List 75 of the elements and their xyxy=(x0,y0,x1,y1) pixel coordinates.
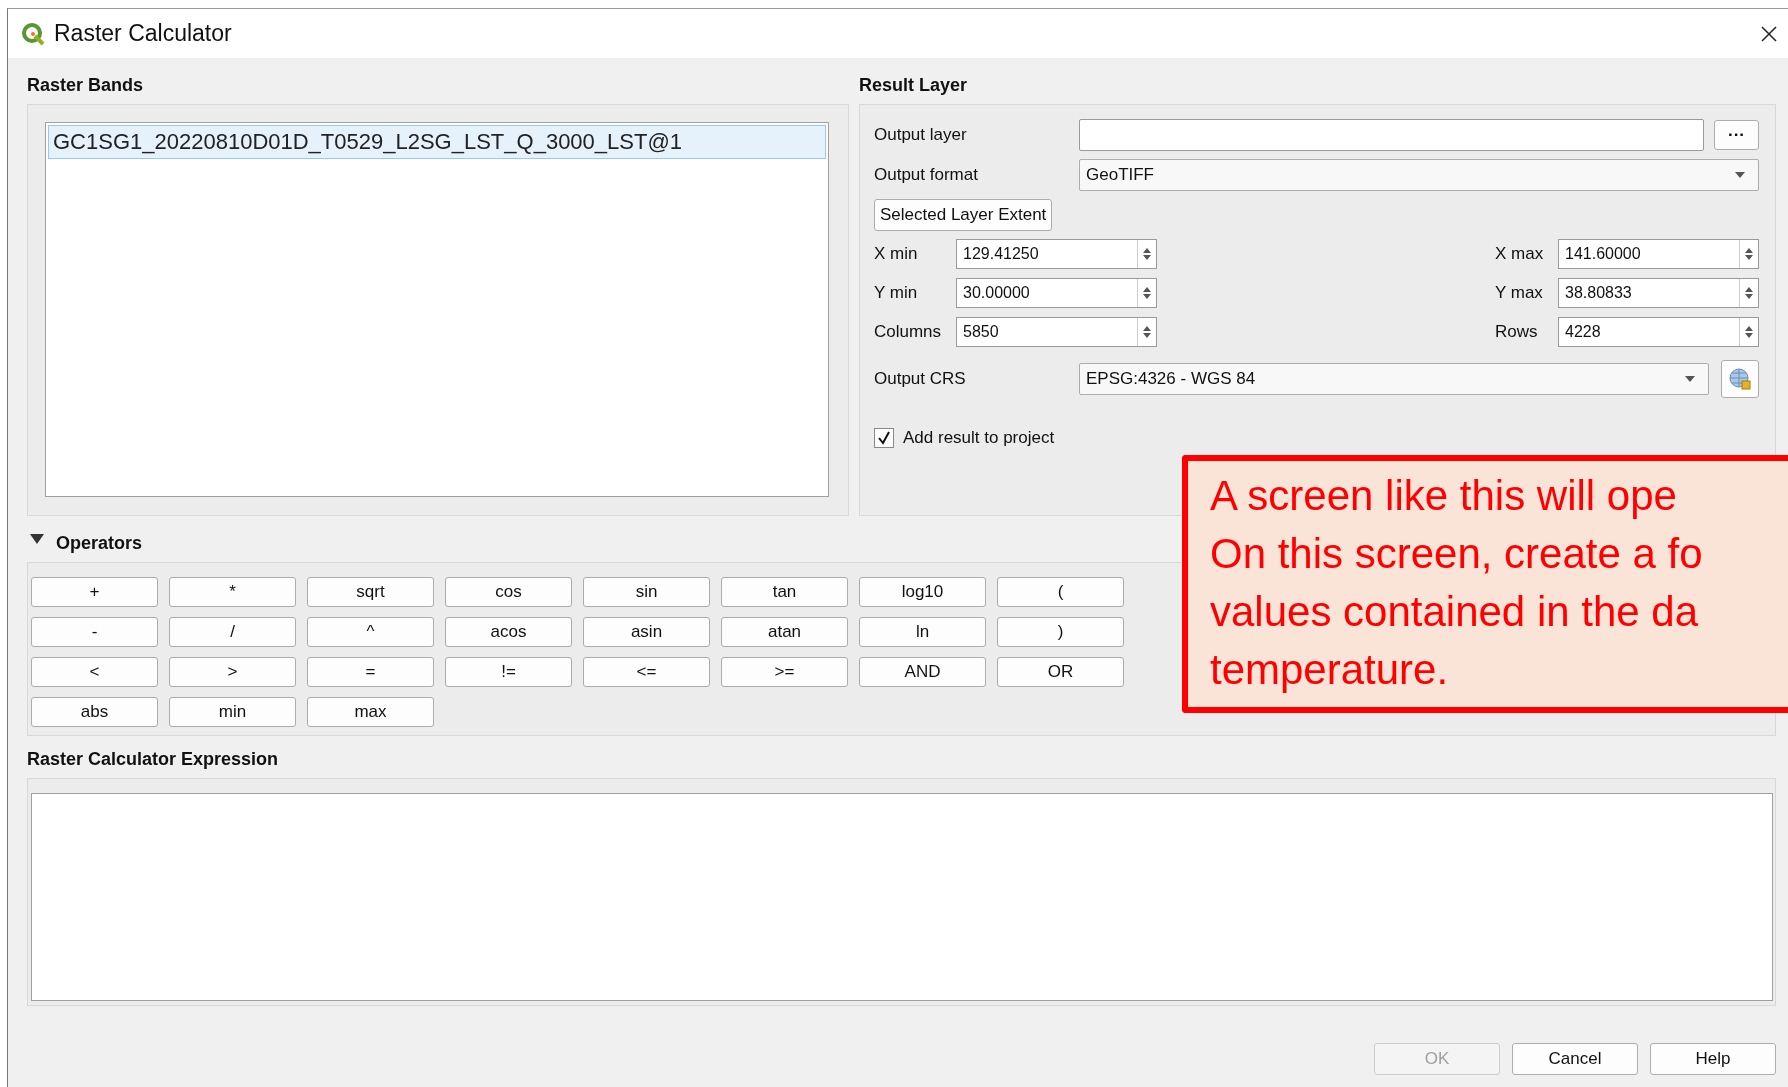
operator-button[interactable]: AND xyxy=(859,657,986,687)
operator-button[interactable]: - xyxy=(31,617,158,647)
spin-arrows-icon xyxy=(1744,286,1754,300)
output-format-dropdown[interactable]: GeoTIFF xyxy=(1079,159,1759,191)
spin-arrows-icon xyxy=(1744,325,1754,339)
spin-arrows-icon xyxy=(1142,247,1152,261)
expression-field[interactable] xyxy=(31,793,1773,1001)
operator-button[interactable]: ) xyxy=(997,617,1124,647)
operator-button[interactable]: > xyxy=(169,657,296,687)
dropdown-caret-icon xyxy=(1684,375,1696,383)
operator-button[interactable]: / xyxy=(169,617,296,647)
spin-box[interactable]: 5850 xyxy=(956,317,1157,347)
operator-button[interactable]: acos xyxy=(445,617,572,647)
operator-button[interactable]: = xyxy=(307,657,434,687)
operator-button[interactable]: tan xyxy=(721,577,848,607)
app-logo-icon xyxy=(21,21,45,46)
annotation-text: On this screen, create a fo xyxy=(1210,529,1703,579)
field-label: Y min xyxy=(874,283,919,303)
window-title: Raster Calculator xyxy=(54,20,233,47)
dialog-button[interactable]: Cancel xyxy=(1512,1043,1638,1075)
annotation-text: A screen like this will ope xyxy=(1210,471,1677,521)
field-label: X max xyxy=(1495,244,1545,264)
spin-box[interactable]: 38.80833 xyxy=(1558,278,1759,308)
spin-box[interactable]: 129.41250 xyxy=(956,239,1157,269)
field-label: Output format xyxy=(874,165,979,185)
operator-button[interactable]: min xyxy=(169,697,296,727)
annotation-text: temperature. xyxy=(1210,645,1449,695)
checkbox[interactable] xyxy=(874,428,894,448)
section-title: Raster Bands xyxy=(27,74,145,97)
operator-button[interactable]: max xyxy=(307,697,434,727)
crs-select-button[interactable] xyxy=(1721,360,1759,398)
band-item[interactable]: GC1SG1_20220810D01D_T0529_L2SG_LST_Q_3000_LST@1 xyxy=(48,125,826,159)
section-title: Operators xyxy=(56,532,143,555)
field-label: Output layer xyxy=(874,125,968,145)
field-label: Y max xyxy=(1495,283,1544,303)
operator-button[interactable]: atan xyxy=(721,617,848,647)
field-label: Rows xyxy=(1495,322,1539,342)
operator-button[interactable]: * xyxy=(169,577,296,607)
checkmark-icon xyxy=(877,431,891,445)
spin-box[interactable]: 30.00000 xyxy=(956,278,1157,308)
close-icon xyxy=(1761,25,1777,42)
operator-button[interactable]: ( xyxy=(997,577,1124,607)
field-label: Columns xyxy=(874,322,943,342)
section-title: Raster Calculator Expression xyxy=(27,748,280,771)
spin-arrows-icon xyxy=(1142,286,1152,300)
operator-button[interactable]: + xyxy=(31,577,158,607)
dialog-button[interactable]: Help xyxy=(1650,1043,1776,1075)
dropdown-caret-icon xyxy=(1734,171,1746,179)
operator-button[interactable]: asin xyxy=(583,617,710,647)
spin-arrows-icon xyxy=(1142,325,1152,339)
operator-button[interactable]: sin xyxy=(583,577,710,607)
field-label: X min xyxy=(874,244,919,264)
spin-box[interactable]: 141.60000 xyxy=(1558,239,1759,269)
globe-icon xyxy=(1728,367,1752,391)
spin-box[interactable]: 4228 xyxy=(1558,317,1759,347)
checkbox-label: Add result to project xyxy=(903,428,1055,448)
operator-button[interactable]: <= xyxy=(583,657,710,687)
operator-button[interactable]: != xyxy=(445,657,572,687)
operator-button[interactable]: OR xyxy=(997,657,1124,687)
operator-button[interactable]: ^ xyxy=(307,617,434,647)
operator-button[interactable]: log10 xyxy=(859,577,986,607)
browse-button[interactable]: ··· xyxy=(1714,120,1759,150)
output-layer-field[interactable] xyxy=(1079,119,1704,151)
operator-button[interactable]: sqrt xyxy=(307,577,434,607)
annotation-text: values contained in the da xyxy=(1210,587,1699,637)
operator-button[interactable]: abs xyxy=(31,697,158,727)
operator-button[interactable]: cos xyxy=(445,577,572,607)
field-label: Output CRS xyxy=(874,369,967,389)
section-title: Result Layer xyxy=(859,74,969,97)
crs-dropdown[interactable]: EPSG:4326 - WGS 84 xyxy=(1079,363,1709,395)
extent-button[interactable]: Selected Layer Extent xyxy=(874,199,1053,231)
operator-button[interactable]: < xyxy=(31,657,158,687)
operator-button[interactable]: ln xyxy=(859,617,986,647)
spin-arrows-icon xyxy=(1744,247,1754,261)
operator-button[interactable]: >= xyxy=(721,657,848,687)
